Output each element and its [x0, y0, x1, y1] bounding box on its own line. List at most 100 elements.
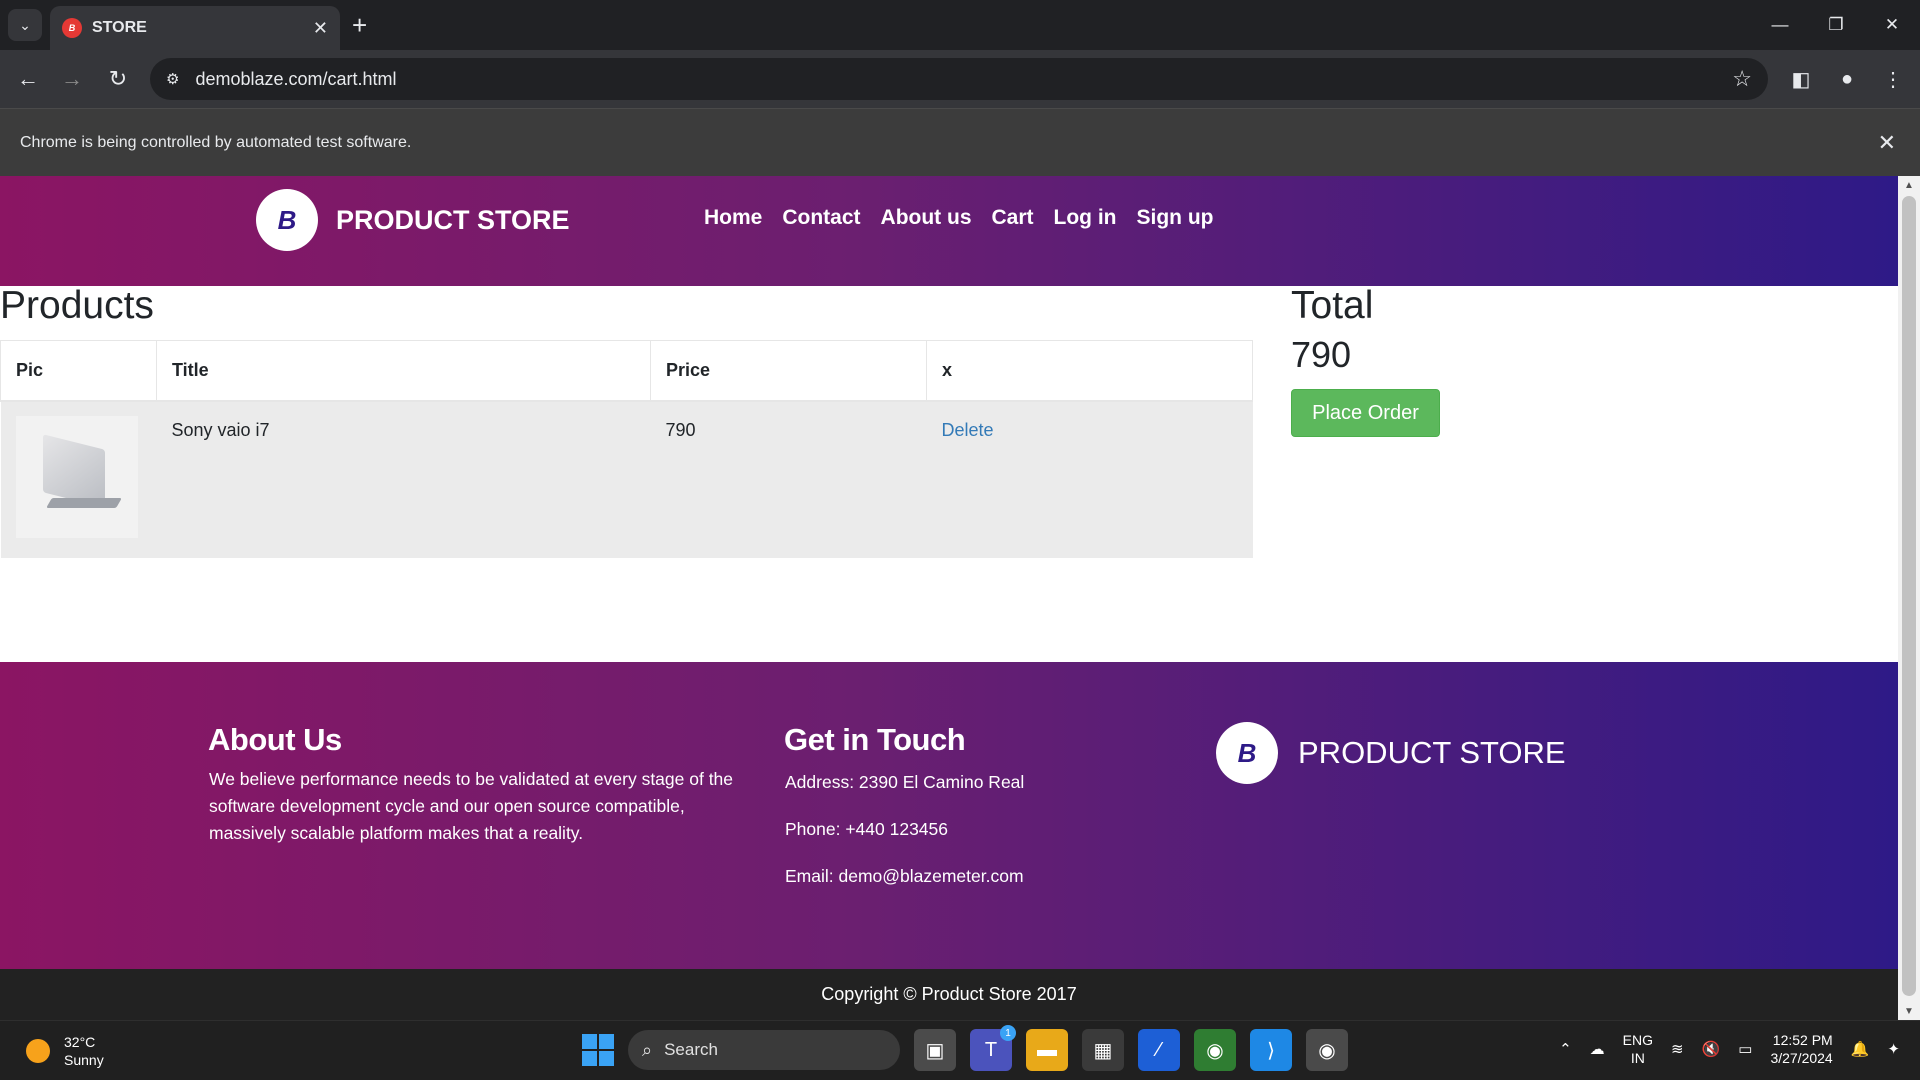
delete-link[interactable]: Delete — [942, 420, 994, 440]
temperature: 32°C — [64, 1034, 96, 1050]
search-icon: ⌕ — [642, 1039, 653, 1060]
products-heading: Products — [0, 284, 154, 327]
column-header-title: Title — [156, 340, 651, 402]
column-header-pic: Pic — [0, 340, 157, 402]
store-icon[interactable]: ▦ — [1082, 1029, 1124, 1071]
tab-search-button[interactable]: ⌄ — [8, 9, 42, 41]
page-scrollbar[interactable]: ▲ ▼ — [1898, 176, 1920, 1020]
product-price: 790 — [650, 400, 927, 558]
site-footer: About Us We believe performance needs to… — [0, 662, 1898, 969]
copyright-text: Copyright © Product Store 2017 — [821, 984, 1077, 1004]
browser-tab-bar: ⌄ B STORE ✕ + — ❐ ✕ — [0, 0, 1920, 50]
new-tab-button[interactable]: + — [352, 10, 367, 40]
language-indicator[interactable]: ENG IN — [1623, 1031, 1653, 1067]
teams-badge: 1 — [1000, 1025, 1016, 1041]
minimize-button[interactable]: — — [1752, 0, 1808, 50]
site-info-icon[interactable]: ⚙ — [166, 70, 179, 88]
clock[interactable]: 12:52 PM 3/27/2024 — [1770, 1031, 1832, 1067]
scroll-up-icon[interactable]: ▲ — [1898, 176, 1920, 194]
tab-title: STORE — [92, 19, 147, 36]
restore-button[interactable]: ❐ — [1808, 0, 1864, 50]
logo-icon: B — [256, 189, 318, 251]
chrome-active-icon[interactable]: ◉ — [1306, 1029, 1348, 1071]
main-nav: Home Contact About us Cart Log in Sign u… — [704, 206, 1214, 230]
total-heading: Total — [1291, 284, 1374, 327]
favicon-icon: B — [62, 18, 82, 38]
chrome-icon[interactable]: ◉ — [1194, 1029, 1236, 1071]
footer-brand-name: PRODUCT STORE — [1298, 735, 1566, 770]
brand-name: PRODUCT STORE — [336, 204, 570, 235]
bookmark-star-icon[interactable]: ☆ — [1732, 66, 1752, 92]
column-header-x: x — [926, 340, 1253, 402]
windows-taskbar: 32°C Sunny ⌕ Search ▣ T1 ▬ ▦ ⁄ ◉ ⟩ ◉ ⌃ ☁… — [0, 1020, 1920, 1080]
file-explorer-icon[interactable]: ▬ — [1026, 1029, 1068, 1071]
cart-table: Pic Title Price x Sony vaio i7 790 Delet… — [0, 340, 1253, 558]
product-pic-cell — [0, 400, 157, 558]
notification-bell-icon[interactable]: 🔔 — [1851, 1040, 1870, 1058]
nav-sign-up[interactable]: Sign up — [1137, 206, 1214, 230]
table-header-row: Pic Title Price x — [0, 340, 1253, 402]
get-in-touch-heading: Get in Touch — [784, 722, 966, 757]
url-text[interactable]: demoblaze.com/cart.html — [195, 69, 1732, 90]
wifi-icon[interactable]: ≋ — [1671, 1040, 1684, 1058]
scroll-down-icon[interactable]: ▼ — [1898, 1002, 1920, 1020]
task-view-icon[interactable]: ▣ — [914, 1029, 956, 1071]
chevron-down-icon: ⌄ — [19, 16, 31, 33]
browser-toolbar: ← → ↻ ⚙ demoblaze.com/cart.html ☆ ◧ ● ⋮ — [0, 50, 1920, 108]
footer-logo-icon: B — [1216, 722, 1278, 784]
address-bar[interactable]: ⚙ demoblaze.com/cart.html ☆ — [150, 58, 1768, 100]
start-icon[interactable] — [582, 1034, 614, 1066]
system-tray: ⌃ ☁ ENG IN ≋ 🔇 ▭ 12:52 PM 3/27/2024 🔔 ✦ — [1559, 1031, 1900, 1067]
product-title: Sony vaio i7 — [156, 400, 651, 558]
speaker-muted-icon[interactable]: 🔇 — [1702, 1040, 1721, 1058]
laptop-icon — [35, 433, 122, 512]
product-image — [15, 415, 138, 538]
delete-cell: Delete — [926, 400, 1253, 558]
copilot-icon[interactable]: ✦ — [1887, 1040, 1900, 1058]
vscode-icon[interactable]: ⟩ — [1250, 1029, 1292, 1071]
side-panel-icon[interactable]: ◧ — [1786, 64, 1816, 94]
onedrive-icon[interactable]: ☁ — [1590, 1040, 1605, 1058]
menu-dots-icon[interactable]: ⋮ — [1878, 64, 1908, 94]
site-header: B PRODUCT STORE Home Contact About us Ca… — [0, 176, 1898, 286]
close-window-button[interactable]: ✕ — [1864, 0, 1920, 50]
time: 12:52 PM — [1772, 1032, 1833, 1048]
app-icon[interactable]: ⁄ — [1138, 1029, 1180, 1071]
column-header-price: Price — [650, 340, 927, 402]
nav-cart[interactable]: Cart — [992, 206, 1034, 230]
place-order-button[interactable]: Place Order — [1291, 389, 1440, 437]
chevron-up-icon[interactable]: ⌃ — [1559, 1040, 1572, 1058]
weather-widget[interactable]: 32°C Sunny — [26, 1033, 104, 1069]
nav-contact[interactable]: Contact — [782, 206, 860, 230]
reload-icon[interactable]: ↻ — [103, 64, 133, 94]
close-tab-icon[interactable]: ✕ — [313, 18, 328, 39]
web-page: B PRODUCT STORE Home Contact About us Ca… — [0, 176, 1898, 1020]
browser-tab[interactable]: B STORE ✕ — [50, 6, 340, 50]
footer-brand: B PRODUCT STORE — [1216, 722, 1566, 784]
teams-icon[interactable]: T1 — [970, 1025, 1016, 1071]
nav-about-us[interactable]: About us — [881, 206, 972, 230]
forward-icon[interactable]: → — [57, 64, 87, 94]
about-us-heading: About Us — [208, 722, 342, 757]
weather-condition: Sunny — [64, 1052, 104, 1068]
total-value: 790 — [1291, 334, 1352, 375]
sun-icon — [26, 1039, 50, 1063]
address-text: Address: 2390 El Camino Real — [785, 772, 1025, 792]
about-us-text: We believe performance needs to be valid… — [209, 769, 734, 843]
taskbar-search[interactable]: ⌕ Search — [628, 1030, 900, 1070]
copyright-bar: Copyright © Product Store 2017 — [0, 969, 1898, 1020]
phone-text: Phone: +440 123456 — [785, 819, 949, 839]
scroll-thumb[interactable] — [1902, 196, 1916, 996]
automation-infobar: Chrome is being controlled by automated … — [0, 108, 1920, 176]
brand-link[interactable]: B PRODUCT STORE — [256, 189, 570, 251]
search-label: Search — [664, 1040, 718, 1059]
battery-icon[interactable]: ▭ — [1738, 1040, 1752, 1058]
close-icon[interactable]: ✕ — [1878, 130, 1896, 156]
nav-log-in[interactable]: Log in — [1054, 206, 1117, 230]
profile-icon[interactable]: ● — [1832, 64, 1862, 94]
email-text: Email: demo@blazemeter.com — [785, 866, 1024, 886]
back-icon[interactable]: ← — [13, 64, 43, 94]
window-controls: — ❐ ✕ — [1752, 0, 1920, 50]
nav-home[interactable]: Home — [704, 206, 762, 230]
date: 3/27/2024 — [1770, 1050, 1833, 1066]
